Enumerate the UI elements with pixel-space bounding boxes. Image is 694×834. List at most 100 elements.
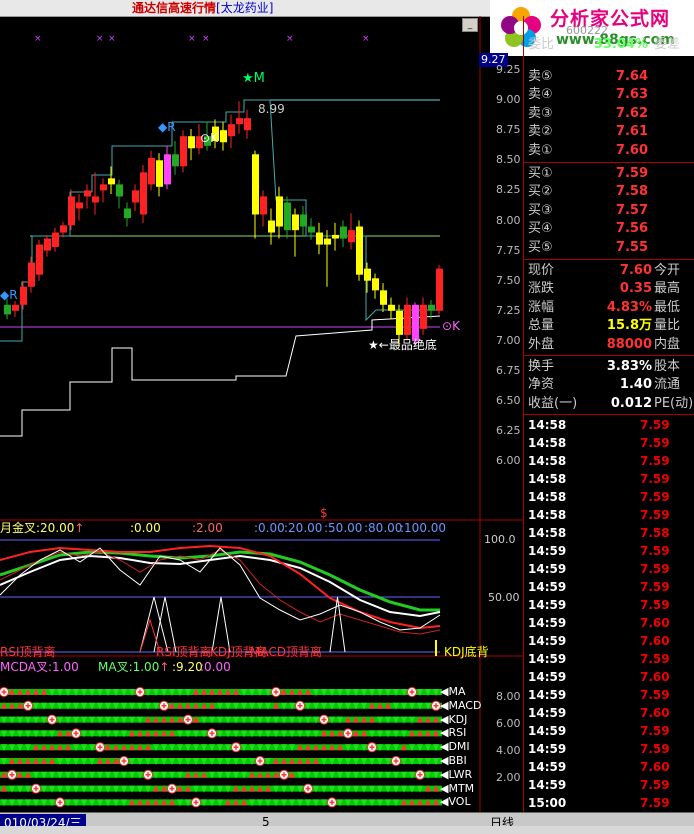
sell-label: 卖⑤ <box>528 69 553 84</box>
tick-price: 7.59 <box>640 742 670 756</box>
sell-row: 卖④ 7.63 <box>524 86 694 104</box>
sell-row: 卖① 7.60 <box>524 142 694 160</box>
candle-body <box>356 226 363 275</box>
buy-row: 买④ 7.56 <box>524 220 694 238</box>
quote-label2: 内盘 <box>654 336 681 352</box>
app-title: 通达信高速行情 <box>132 1 217 15</box>
panel-border <box>523 16 524 812</box>
signal-row-label: ◀BBI <box>440 754 467 767</box>
ma-val-2: :0.00 <box>200 660 231 674</box>
signal-row-label: ◀LWR <box>440 767 473 781</box>
stat-row: 净资 1.40 流通 <box>524 376 694 394</box>
tick-price: 7.59 <box>640 796 670 810</box>
tick-row: 14:58 7.59 <box>524 470 694 488</box>
indicator-line <box>0 554 441 618</box>
indicator-chart[interactable] <box>0 539 441 656</box>
quote-label2: 最低 <box>654 299 681 315</box>
indicator-line <box>0 549 441 635</box>
candle-body <box>52 232 59 247</box>
indicator-header: 月金叉:20.00↑ <box>0 521 85 535</box>
candle-body <box>428 304 435 311</box>
ma-val-1: :9.20 <box>172 660 203 674</box>
tick-time: 14:59 <box>528 544 567 558</box>
buy-label: 买② <box>528 184 553 200</box>
candle-body <box>44 238 51 251</box>
tick-price: 7.60 <box>640 760 670 774</box>
buy-value: 7.55 <box>615 239 648 255</box>
candle-body <box>84 190 91 197</box>
tick-row: 14:59 7.59 <box>524 560 694 578</box>
buy-label: 买⑤ <box>528 239 553 255</box>
signal-row-label: ◀MA <box>440 685 466 698</box>
candle-body <box>252 154 259 215</box>
candle-body <box>188 136 195 149</box>
sell-value: 7.60 <box>615 142 648 158</box>
candle-body <box>268 220 275 233</box>
diff-label: 委差 <box>654 37 681 52</box>
candle-body <box>228 124 235 137</box>
ind-val-3: :20.00 <box>284 521 323 535</box>
tick-price: 7.60 <box>640 706 670 720</box>
tick-price: 7.59 <box>640 580 670 594</box>
stat-label: 换手 <box>528 359 555 374</box>
signal-row-label: ◀MACD <box>440 698 482 712</box>
candle-body <box>284 202 291 231</box>
tick-row: 14:59 7.59 <box>524 578 694 596</box>
signal-chart[interactable] <box>0 687 442 808</box>
candle-body <box>28 262 35 287</box>
signal-axis-tick: 8.00 <box>496 690 521 703</box>
tick-list[interactable]: 14:58 7.59 14:58 7.59 14:58 7.59 14:58 7.59 14:5… <box>524 416 694 828</box>
tick-price: 7.59 <box>640 508 670 522</box>
candle-body <box>100 184 107 191</box>
buy-row: 买② 7.58 <box>524 183 694 201</box>
sell-label: 卖④ <box>528 87 553 103</box>
tick-time: 14:59 <box>528 616 567 630</box>
candle-body <box>156 160 163 187</box>
candle-body <box>292 214 299 231</box>
price-tick: 7.75 <box>496 243 521 257</box>
tick-row: 14:59 7.59 <box>524 596 694 614</box>
tick-row: 14:59 7.59 <box>524 542 694 560</box>
r-marker-2: ◆R <box>0 288 18 302</box>
tick-price: 7.59 <box>640 490 670 504</box>
candle-body <box>276 196 283 227</box>
signal-macd-top: MACD顶背离 <box>250 645 322 659</box>
price-tick: 6.75 <box>496 364 521 377</box>
quote-value: 0.35 <box>619 281 652 297</box>
r-marker-2-text: R <box>9 288 18 302</box>
tick-row: 14:58 7.59 <box>524 452 694 470</box>
buy-label: 买③ <box>528 202 553 218</box>
candle-body <box>316 232 323 245</box>
tick-price: 7.59 <box>640 598 670 612</box>
ind-axis-100: 100.0 <box>484 533 516 546</box>
sell-row: 卖③ 7.62 <box>524 105 694 123</box>
tick-price: 7.59 <box>640 724 670 738</box>
buy-value: 7.58 <box>615 184 648 200</box>
tick-price: 7.59 <box>640 562 670 576</box>
r-marker-1: ◆R <box>158 120 176 134</box>
top-cross-icon: × <box>96 34 104 44</box>
quote-value: 4.83% <box>606 299 652 315</box>
price-tick: 6.00 <box>496 454 521 468</box>
tick-price: 7.58 <box>640 526 670 540</box>
signal-axis-tick: 4.00 <box>496 744 521 757</box>
stat-value: 0.012 <box>610 395 652 411</box>
price-tick: 8.75 <box>496 123 521 137</box>
candle-body <box>20 286 27 305</box>
ind-val-2: :0.00 <box>254 521 285 535</box>
candle-body <box>76 202 83 209</box>
candle-body <box>324 238 331 245</box>
top-cross-icon: × <box>34 34 42 44</box>
signal-row-label: ◀MTM <box>440 781 475 795</box>
tick-time: 14:59 <box>528 634 567 648</box>
bottom-signal-text: 最品绝底 <box>388 338 437 352</box>
ma-cross-text: MA叉:1.00 <box>98 660 160 674</box>
signal-kdj-bottom: KDJ底背 <box>444 645 489 659</box>
tick-price: 7.60 <box>640 670 670 684</box>
tick-time: 14:58 <box>528 418 567 432</box>
candle-body <box>148 157 155 185</box>
price-tick: 6.50 <box>496 394 521 408</box>
price-tick: 6.25 <box>496 424 521 438</box>
stat-label2: 流通 <box>654 377 681 393</box>
stat-label: 收益(一) <box>528 395 578 411</box>
